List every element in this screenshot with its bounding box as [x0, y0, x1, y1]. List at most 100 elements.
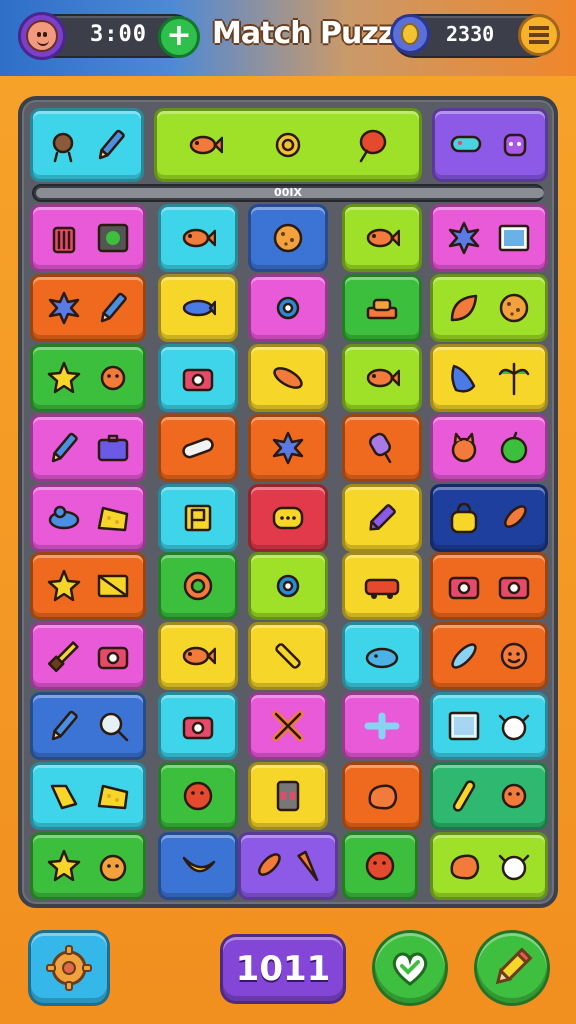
ring-icon: [180, 568, 216, 604]
puzzle-tile[interactable]: [248, 622, 328, 690]
puzzle-tile[interactable]: [158, 762, 238, 830]
puzzle-tile[interactable]: [158, 552, 238, 620]
puzzle-tile[interactable]: [248, 204, 328, 272]
puzzle-tile[interactable]: [248, 274, 328, 342]
puzzle-tile[interactable]: [342, 692, 422, 760]
bag-icon: [446, 500, 482, 536]
gear-icon: [46, 945, 92, 991]
puzzle-tile[interactable]: [248, 484, 328, 552]
puzzle-tile[interactable]: [430, 274, 548, 342]
progress-label: 00IX: [274, 186, 302, 199]
puzzle-tile[interactable]: [30, 832, 146, 900]
puzzle-tile[interactable]: [154, 108, 422, 182]
camera-icon: [446, 568, 482, 604]
coin-count: 2330: [446, 22, 495, 46]
puzzle-tile[interactable]: [342, 762, 422, 830]
puzzle-tile[interactable]: [342, 832, 418, 900]
camera-icon: [180, 708, 216, 744]
puzzle-tile[interactable]: [158, 344, 238, 412]
puzzle-tile[interactable]: [430, 692, 548, 760]
pencil-icon: [95, 290, 131, 326]
puzzle-tile[interactable]: [158, 414, 238, 482]
puzzle-tile[interactable]: [248, 344, 328, 412]
puzzle-tile[interactable]: [158, 832, 238, 900]
puzzle-tile[interactable]: [158, 622, 238, 690]
puzzle-tile[interactable]: [430, 344, 548, 412]
puzzle-tile[interactable]: [30, 552, 146, 620]
puzzle-tile[interactable]: [158, 204, 238, 272]
gear-icon: [270, 568, 306, 604]
heart-button[interactable]: [372, 930, 448, 1006]
cookie-icon: [496, 290, 532, 326]
puzzle-tile[interactable]: [30, 692, 146, 760]
cat-icon: [446, 430, 482, 466]
hot-dog-icon: [180, 430, 216, 466]
puzzle-tile[interactable]: [342, 414, 422, 482]
bug-icon: [95, 360, 131, 396]
puzzle-tile[interactable]: [248, 762, 328, 830]
bug-icon: [496, 778, 532, 814]
puzzle-tile[interactable]: [342, 204, 422, 272]
puzzle-tile[interactable]: [248, 692, 328, 760]
glove-icon: [446, 360, 482, 396]
ball-icon: [362, 848, 398, 884]
tag-icon: [46, 778, 82, 814]
rocket-icon: [496, 500, 532, 536]
briefcase-icon: [95, 430, 131, 466]
settings-button[interactable]: [28, 930, 110, 1006]
puzzle-tile[interactable]: [158, 692, 238, 760]
puzzle-tile[interactable]: [30, 622, 146, 690]
wrench-icon: [270, 638, 306, 674]
puzzle-tile[interactable]: [430, 484, 548, 552]
puzzle-tile[interactable]: [342, 622, 422, 690]
puzzle-tile[interactable]: [430, 204, 548, 272]
puzzle-tile[interactable]: [238, 832, 338, 900]
heart-icon: [392, 952, 428, 986]
add-time-button[interactable]: +: [158, 16, 200, 58]
puzzle-tile[interactable]: [432, 108, 548, 182]
puzzle-tile[interactable]: [430, 622, 548, 690]
puzzle-tile[interactable]: [30, 414, 146, 482]
splat-icon: [446, 220, 482, 256]
puzzle-tile[interactable]: [342, 484, 422, 552]
puzzle-tile[interactable]: [342, 274, 422, 342]
puzzle-tile[interactable]: [30, 274, 146, 342]
score-button[interactable]: 1011: [220, 934, 346, 1004]
puzzle-tile[interactable]: [248, 414, 328, 482]
palm-tree-icon: [496, 360, 532, 396]
cheese-icon: [95, 500, 131, 536]
camera-icon: [180, 360, 216, 396]
puzzle-tile[interactable]: [30, 108, 144, 182]
robot-icon: [497, 127, 533, 163]
bread-icon: [270, 360, 306, 396]
puzzle-tile[interactable]: [30, 204, 146, 272]
apple-icon: [496, 430, 532, 466]
puzzle-tile[interactable]: [430, 414, 548, 482]
snail-icon: [270, 127, 306, 163]
avatar-face-icon: [26, 20, 58, 52]
stick-icon: [446, 778, 482, 814]
puzzle-tile[interactable]: [158, 484, 238, 552]
hint-pencil-button[interactable]: [474, 930, 550, 1006]
puzzle-tile[interactable]: [30, 484, 146, 552]
puzzle-tile[interactable]: [30, 762, 146, 830]
feather-icon: [446, 638, 482, 674]
avatar[interactable]: [18, 12, 66, 60]
puzzle-tile[interactable]: [248, 552, 328, 620]
blob-icon: [364, 778, 400, 814]
phone-icon: [270, 778, 306, 814]
puzzle-tile[interactable]: [430, 552, 548, 620]
puzzle-tile[interactable]: [430, 832, 548, 900]
shoe-icon: [448, 127, 484, 163]
top-bar: 3:00 + Match Puzzla 2330: [0, 0, 576, 76]
puzzle-tile[interactable]: [158, 274, 238, 342]
puzzle-tile[interactable]: [342, 344, 422, 412]
face-icon: [496, 638, 532, 674]
crayon-icon: [364, 500, 400, 536]
puzzle-tile[interactable]: [430, 762, 548, 830]
camera-icon: [496, 568, 532, 604]
puzzle-tile[interactable]: [342, 552, 422, 620]
menu-button[interactable]: [518, 14, 560, 56]
puzzle-tile[interactable]: [30, 344, 146, 412]
ice-cream-icon: [364, 430, 400, 466]
